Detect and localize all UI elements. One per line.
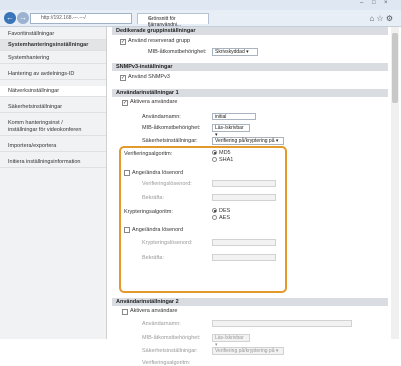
section-header-user2: Användarinställningar 2 [112, 298, 388, 306]
activate-user1-label: Aktivera användare [130, 99, 178, 105]
sidebar-item-security[interactable]: Säkerhetsinställningar [0, 102, 106, 113]
user2-mib-value: Läs-/skrivbar [215, 335, 244, 341]
user2-security-value: Verifiering på/kryptering på [215, 348, 275, 354]
sidebar-item-comm-line2[interactable]: inställningar för videokonferen [0, 125, 106, 136]
use-snmpv3-label: Använd SNMPv3 [128, 74, 170, 80]
activate-user2-checkbox[interactable] [122, 309, 128, 315]
dedicated-mib-label: MIB-åtkomstbehörighet: [148, 49, 207, 55]
user2-mib-select[interactable]: Läs-/skrivbar ▾ [212, 334, 250, 348]
back-arrow-icon[interactable]: ← [4, 12, 16, 24]
window-titlebar: – □ × [0, 0, 401, 10]
sidebar-item-favorites[interactable]: Favoritinställningar [0, 29, 106, 40]
sidebar-item-network[interactable]: Nätverksinställningar [0, 86, 106, 97]
highlight-frame [119, 146, 287, 293]
browser-tab[interactable]: Grönsnitt för fjärranvändni... × [137, 13, 209, 28]
activate-user1-checkbox[interactable]: ✓ [122, 100, 128, 106]
scrollbar-thumb[interactable] [392, 33, 398, 103]
sidebar-item-system-management[interactable]: Systemhantering [0, 53, 106, 64]
user1-username-label: Användarnamn: [142, 114, 181, 120]
user1-mib-value: Läs-/skrivbar [215, 125, 244, 131]
user2-username-field[interactable] [212, 320, 352, 327]
user1-security-label: Säkerhetsinställningar: [142, 138, 198, 144]
sidebar-item-department-id[interactable]: Hantering av avdelnings-ID [0, 69, 106, 80]
home-icon[interactable]: ⌂ ☆ ⚙ [369, 14, 393, 23]
section-header-dedicated: Dedikerade gruppinställningar [112, 27, 388, 35]
sidebar-item-import-export[interactable]: Importera/exportera [0, 141, 106, 152]
activate-user2-label: Aktivera användare [130, 308, 178, 314]
user2-username-label: Användarnamn: [142, 321, 181, 327]
user1-security-value: Verifiering på/kryptering på [215, 138, 275, 144]
dedicated-mib-select[interactable]: Skrivskyddad ▾ [212, 48, 258, 56]
sidebar-heading-system: Systemhanteringsinställningar [0, 40, 106, 51]
sidebar: Favoritinställningar Systemhanteringsins… [0, 27, 107, 339]
use-reserved-label: Använd reserverad grupp [128, 38, 191, 44]
user1-security-select[interactable]: Verifiering på/kryptering på ▾ [212, 137, 284, 145]
close-tab-icon[interactable]: × [148, 16, 205, 22]
address-bar[interactable]: http://192.168.---.---/ [30, 13, 132, 24]
user1-mib-label: MIB-åtkomstbehörighet: [142, 125, 201, 131]
user2-auth-label: Verifieringsalgoritm: [142, 360, 191, 366]
vertical-scrollbar[interactable] [391, 27, 399, 339]
user2-security-select[interactable]: Verifiering på/kryptering på ▾ [212, 347, 284, 355]
section-header-snmpv3: SNMPv3-inställningar [112, 63, 388, 71]
section-header-user1: Användarinställningar 1 [112, 89, 388, 97]
close-window-button[interactable]: × [384, 0, 388, 6]
browser-toolbar: ← → http://192.168.---.---/ Grönsnitt fö… [0, 10, 401, 28]
forward-arrow-icon[interactable]: → [17, 12, 29, 24]
minimize-button[interactable]: – [360, 0, 363, 6]
user2-security-label: Säkerhetsinställningar: [142, 348, 198, 354]
user1-mib-select[interactable]: Läs-/skrivbar ▾ [212, 124, 250, 138]
user2-mib-label: MIB-åtkomstbehörighet: [142, 335, 201, 341]
sidebar-item-initialize[interactable]: Initiera inställningsinformation [0, 157, 106, 168]
use-reserved-checkbox[interactable]: ✓ [120, 39, 126, 45]
address-text: http://192.168.---.---/ [41, 15, 86, 21]
dedicated-mib-value: Skrivskyddad [215, 49, 245, 55]
maximize-button[interactable]: □ [372, 0, 376, 6]
user1-username-field[interactable]: initial [212, 113, 256, 120]
use-snmpv3-checkbox[interactable]: ✓ [120, 75, 126, 81]
